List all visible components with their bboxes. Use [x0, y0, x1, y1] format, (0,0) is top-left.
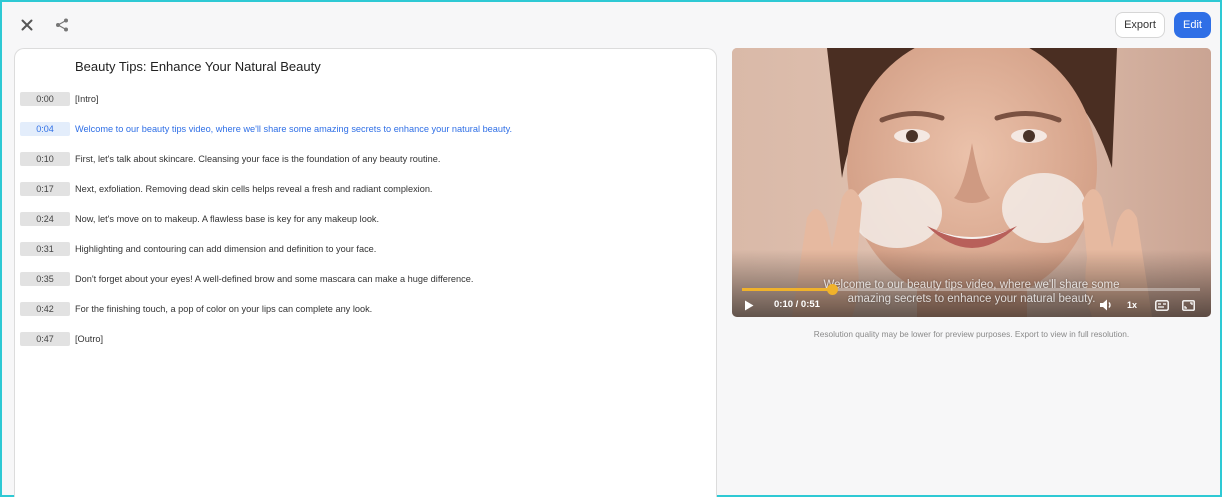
edit-button[interactable]: Edit [1174, 12, 1211, 38]
share-button[interactable] [51, 14, 73, 36]
transcript-text: [Intro] [75, 94, 99, 104]
progress-bar[interactable] [742, 284, 1200, 295]
app-frame: Export Edit Beauty Tips: Enhance Your Na… [0, 0, 1222, 497]
share-icon [56, 18, 68, 32]
top-bar: Export Edit [2, 2, 1220, 48]
transcript-text: For the finishing touch, a pop of color … [75, 304, 373, 314]
volume-button[interactable] [1099, 298, 1113, 312]
captions-icon [1155, 299, 1169, 311]
export-button[interactable]: Export [1115, 12, 1165, 38]
transcript-text: Next, exfoliation. Removing dead skin ce… [75, 184, 433, 194]
transcript-text: Welcome to our beauty tips video, where … [75, 124, 513, 134]
transcript-text: First, let's talk about skincare. Cleans… [75, 154, 441, 164]
timestamp-badge[interactable]: 0:00 [20, 92, 70, 106]
transcript-row[interactable]: 0:00 [Intro] [20, 91, 99, 107]
transcript-row[interactable]: 0:42 For the finishing touch, a pop of co… [20, 301, 372, 317]
transcript-panel: Beauty Tips: Enhance Your Natural Beauty… [14, 48, 717, 497]
timestamp-badge[interactable]: 0:42 [20, 302, 70, 316]
timestamp-badge[interactable]: 0:04 [20, 122, 70, 136]
resolution-note: Resolution quality may be lower for prev… [813, 329, 1130, 339]
timestamp-badge[interactable]: 0:17 [20, 182, 70, 196]
timestamp-badge[interactable]: 0:47 [20, 332, 70, 346]
transcript-row[interactable]: 0:31 Highlighting and contouring can add … [20, 241, 376, 257]
close-button[interactable] [16, 14, 38, 36]
timecode: 0:10 / 0:51 [774, 299, 820, 310]
playback-speed-button[interactable]: 1x [1127, 298, 1137, 312]
transcript-text: Highlighting and contouring can add dime… [75, 244, 377, 254]
timestamp-badge[interactable]: 0:31 [20, 242, 70, 256]
transcript-row[interactable]: 0:10 First, let's talk about skincare. Cl… [20, 151, 440, 167]
timestamp-badge[interactable]: 0:10 [20, 152, 70, 166]
captions-button[interactable] [1155, 298, 1169, 312]
close-icon [21, 19, 33, 31]
timestamp-badge[interactable]: 0:24 [20, 212, 70, 226]
play-icon [745, 300, 754, 310]
transcript-text: [Outro] [75, 334, 104, 344]
progress-handle[interactable] [826, 284, 838, 295]
play-button[interactable] [744, 298, 754, 312]
video-frame-image [732, 48, 1211, 317]
volume-icon [1100, 299, 1111, 311]
transcript-row[interactable]: 0:35 Don't forget about your eyes! A well… [20, 271, 473, 287]
fullscreen-button[interactable] [1182, 298, 1195, 312]
transcript-text: Now, let's move on to makeup. A flawless… [75, 214, 380, 224]
transcript-title: Beauty Tips: Enhance Your Natural Beauty [75, 59, 321, 74]
video-player[interactable]: Welcome to our beauty tips video, where … [732, 48, 1211, 317]
transcript-row[interactable]: 0:04 Welcome to our beauty tips video, wh… [20, 121, 512, 137]
transcript-row[interactable]: 0:47 [Outro] [20, 331, 103, 347]
fullscreen-icon [1182, 299, 1195, 311]
transcript-row[interactable]: 0:17 Next, exfoliation. Removing dead ski… [20, 181, 432, 197]
transcript-row[interactable]: 0:24 Now, let's move on to makeup. A flaw… [20, 211, 379, 227]
transcript-text: Don't forget about your eyes! A well-def… [75, 274, 474, 284]
progress-fill [742, 288, 832, 291]
timestamp-badge[interactable]: 0:35 [20, 272, 70, 286]
